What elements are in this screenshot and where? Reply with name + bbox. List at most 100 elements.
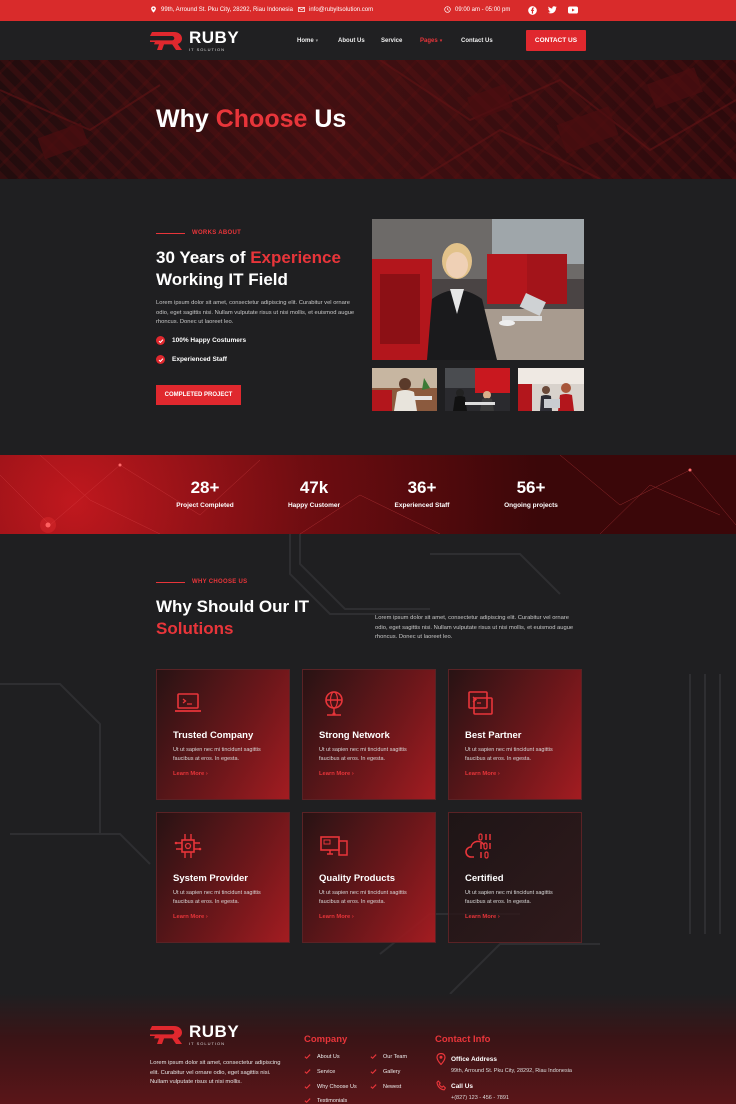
topbar-email-text: info@rubyitsolution.com xyxy=(309,6,374,13)
logo-text: RUBY xyxy=(189,28,240,47)
chevron-right-icon: › xyxy=(351,771,354,777)
footer-link[interactable]: Newest xyxy=(370,1083,401,1090)
chevron-right-icon: › xyxy=(205,914,208,920)
feature-card-trusted-company[interactable]: Trusted Company Ut ut sapien nec mi tinc… xyxy=(156,669,290,800)
youtube-icon[interactable] xyxy=(568,5,578,15)
page: 99th, Arround St. Pku City, 28292, Riau … xyxy=(0,0,736,1104)
learn-more-link[interactable]: Learn More › xyxy=(173,771,208,777)
about-title: 30 Years of Experience Working IT Field xyxy=(156,247,371,291)
nav-item-label: Home xyxy=(297,38,314,44)
why-title-highlight: Solutions xyxy=(156,619,234,638)
hero-title-part: Us xyxy=(307,105,347,133)
nav-item-label: About Us xyxy=(338,38,365,44)
footer-company-heading: Company xyxy=(304,1034,348,1045)
footer-link-label: Why Choose Us xyxy=(317,1083,357,1090)
hero-title-highlight: Choose xyxy=(215,105,308,133)
feature-card-certified[interactable]: Certified Ut ut sapien nec mi tincidunt … xyxy=(448,812,582,943)
learn-more-link[interactable]: Learn More › xyxy=(173,914,208,920)
card-text: Ut ut sapien nec mi tincidunt sagittis f… xyxy=(173,747,261,762)
check-circle-icon xyxy=(156,355,165,364)
learn-more-link[interactable]: Learn More › xyxy=(465,914,500,920)
check-icon xyxy=(370,1054,377,1060)
nav-item-about-us[interactable]: About Us xyxy=(338,38,365,44)
twitter-icon[interactable] xyxy=(547,5,557,15)
hero-title-part: Why xyxy=(156,105,216,133)
call-us-label: Call Us xyxy=(451,1083,474,1090)
chevron-right-icon: › xyxy=(497,914,500,920)
laptop-icon xyxy=(175,693,201,712)
nav-item-label: Contact Us xyxy=(461,38,493,44)
why-paragraph: Lorem ipsum dolor sit amet, consectetur … xyxy=(375,615,574,640)
learn-more-link[interactable]: Learn More › xyxy=(319,771,354,777)
about-check-item: 100% Happy Costumers xyxy=(156,336,246,345)
chevron-down-icon: ▾ xyxy=(439,38,443,44)
globe-network-icon xyxy=(325,691,343,716)
check-icon xyxy=(304,1069,311,1075)
topbar-address-text: 99th, Arround St. Pku City, 28292, Riau … xyxy=(161,6,293,13)
stat-ongoing: 56+ Ongoing projects xyxy=(486,478,576,509)
learn-more-link[interactable]: Learn More › xyxy=(465,771,500,777)
topbar-email[interactable]: info@rubyitsolution.com xyxy=(298,6,373,13)
why-tag: WHY CHOOSE US xyxy=(156,579,247,585)
team-photo-1 xyxy=(372,368,437,411)
clock-icon xyxy=(444,6,451,13)
check-icon xyxy=(370,1069,377,1075)
nav-item-contact-us[interactable]: Contact Us xyxy=(461,38,493,44)
about-title-part: Working IT Field xyxy=(156,270,288,289)
footer-link-label: Service xyxy=(317,1068,336,1075)
why-title-part: Why Should Our IT xyxy=(156,597,309,616)
footer-link[interactable]: Gallery xyxy=(370,1068,400,1075)
chevron-down-icon: ▾ xyxy=(315,38,319,44)
footer-logo[interactable]: RUBY IT SOLUTION xyxy=(150,1023,239,1046)
footer-link[interactable]: Testimonials xyxy=(304,1097,347,1104)
feature-card-strong-network[interactable]: Strong Network Ut ut sapien nec mi tinci… xyxy=(302,669,436,800)
learn-more-label: Learn More xyxy=(465,771,497,777)
nav-item-service[interactable]: Service xyxy=(381,38,402,44)
check-icon xyxy=(304,1098,311,1104)
chevron-right-icon: › xyxy=(205,771,208,777)
contact-us-button[interactable]: CONTACT US xyxy=(526,30,586,51)
stat-value: 28+ xyxy=(190,478,220,497)
card-text: Ut ut sapien nec mi tincidunt sagittis f… xyxy=(319,747,407,762)
map-pin-icon xyxy=(151,6,156,13)
footer-link-label: Testimonials xyxy=(317,1097,348,1104)
card-text: Ut ut sapien nec mi tincidunt sagittis f… xyxy=(319,890,407,905)
why-tag-text: WHY CHOOSE US xyxy=(192,579,248,585)
logo-text: RUBY xyxy=(189,1022,240,1041)
facebook-icon[interactable] xyxy=(527,5,537,15)
about-check-item: Experienced Staff xyxy=(156,355,227,364)
footer-link[interactable]: Why Choose Us xyxy=(304,1083,357,1090)
footer-link-label: Newest xyxy=(383,1083,402,1090)
card-text: Ut ut sapien nec mi tincidunt sagittis f… xyxy=(465,890,553,905)
footer-link-label: Our Team xyxy=(383,1053,408,1060)
feature-card-system-provider[interactable]: System Provider Ut ut sapien nec mi tinc… xyxy=(156,812,290,943)
footer-link[interactable]: About Us xyxy=(304,1053,340,1060)
card-title: Best Partner xyxy=(465,730,522,741)
completed-project-button[interactable]: COMPLETED PROJECT xyxy=(156,385,241,405)
nav-item-pages[interactable]: Pages ▾ xyxy=(420,38,442,44)
stat-label: Happy Customer xyxy=(287,502,340,509)
topbar-hours-text: 09:00 am - 05:00 pm xyxy=(455,6,511,13)
stat-projects: 28+ Project Completed xyxy=(160,478,250,509)
footer-about-text: Lorem ipsum dolor sit amet, consectetur … xyxy=(150,1060,281,1085)
card-title: Trusted Company xyxy=(173,730,254,741)
learn-more-link[interactable]: Learn More › xyxy=(319,914,354,920)
tag-line xyxy=(156,232,185,234)
logo-subtext: IT SOLUTION xyxy=(189,1041,226,1046)
footer-link-label: Gallery xyxy=(383,1068,401,1075)
nav-item-home[interactable]: Home ▾ xyxy=(297,38,318,44)
call-us-value[interactable]: +(827) 123 - 456 - 7891 xyxy=(451,1095,509,1101)
feature-card-quality-products[interactable]: Quality Products Ut ut sapien nec mi tin… xyxy=(302,812,436,943)
feature-card-best-partner[interactable]: Best Partner Ut ut sapien nec mi tincidu… xyxy=(448,669,582,800)
footer-link[interactable]: Our Team xyxy=(370,1053,407,1060)
ruby-logo-icon xyxy=(150,31,182,50)
footer-link[interactable]: Service xyxy=(304,1068,335,1075)
stat-value: 56+ xyxy=(516,478,546,497)
logo[interactable]: RUBY IT SOLUTION xyxy=(150,29,239,52)
chevron-right-icon: › xyxy=(497,771,500,777)
footer: RUBY IT SOLUTION Lorem ipsum dolor sit a… xyxy=(0,994,736,1104)
stats-banner: 28+ Project Completed 47k Happy Customer… xyxy=(0,455,736,534)
check-circle-icon xyxy=(156,336,165,345)
network-lines-background xyxy=(0,455,736,534)
hero-banner: Why Choose Us xyxy=(0,60,736,179)
